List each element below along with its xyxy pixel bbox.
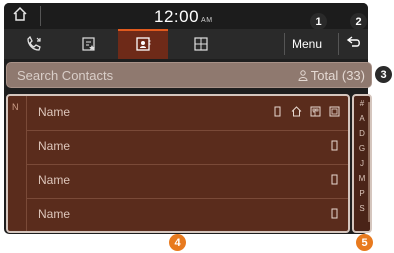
keypad-icon [194,37,208,51]
mobile-icon [331,140,338,151]
callout-5: 5 [356,234,373,251]
contact-row[interactable]: Name [26,164,348,199]
contact-name: Name [38,139,71,153]
mobile-icon [331,208,338,219]
total-count: Total (33) [298,68,365,83]
clock-ampm: AM [201,17,213,24]
mobile-icon [331,174,338,185]
contact-name: Name [38,105,71,119]
search-placeholder: Search Contacts [17,68,114,83]
home-button[interactable] [12,6,30,24]
tab-contacts[interactable] [118,29,168,59]
callout-3: 3 [375,66,392,83]
contact-row[interactable]: Name [26,130,348,165]
callout-1: 1 [310,13,327,30]
menu-divider [284,33,285,55]
home-icon [291,106,302,117]
tab-favorites[interactable] [66,29,112,59]
back-divider [338,33,339,55]
tab-recent-calls[interactable] [14,29,54,59]
phone-type-icons [329,174,340,185]
person-icon [298,70,308,81]
contact-list[interactable]: N Name Name Name Name [6,94,350,233]
index-scrollbar[interactable] [368,102,370,222]
menu-button[interactable]: Menu [292,37,322,51]
phone-type-icons [329,208,340,219]
contact-name: Name [38,173,71,187]
alphabet-index-bar[interactable]: # A D G J M P S [352,94,372,233]
tab-keypad[interactable] [176,29,226,59]
phone-recent-icon [27,36,41,51]
back-icon [346,36,360,47]
contact-row[interactable]: Name [26,96,348,131]
contact-name: Name [38,207,71,221]
status-divider [40,6,41,26]
callout-4: 4 [169,234,186,251]
total-count-text: Total (33) [310,68,365,83]
clock-time: 12:00 [154,7,200,26]
office-icon [310,106,321,117]
phone-type-icons [272,106,340,117]
contact-row[interactable]: Name [26,198,348,231]
mobile-icon [274,106,281,117]
home-icon [13,6,27,21]
back-button[interactable] [346,35,362,52]
other-phone-icon [329,106,340,117]
favorites-icon [82,37,95,51]
search-contacts-field[interactable]: Search Contacts Total (33) [6,62,372,88]
clock: 12:00 AM [154,7,213,27]
callout-2: 2 [350,13,367,30]
contacts-icon [136,37,151,51]
list-current-index: N [12,102,19,112]
phone-type-icons [329,140,340,151]
